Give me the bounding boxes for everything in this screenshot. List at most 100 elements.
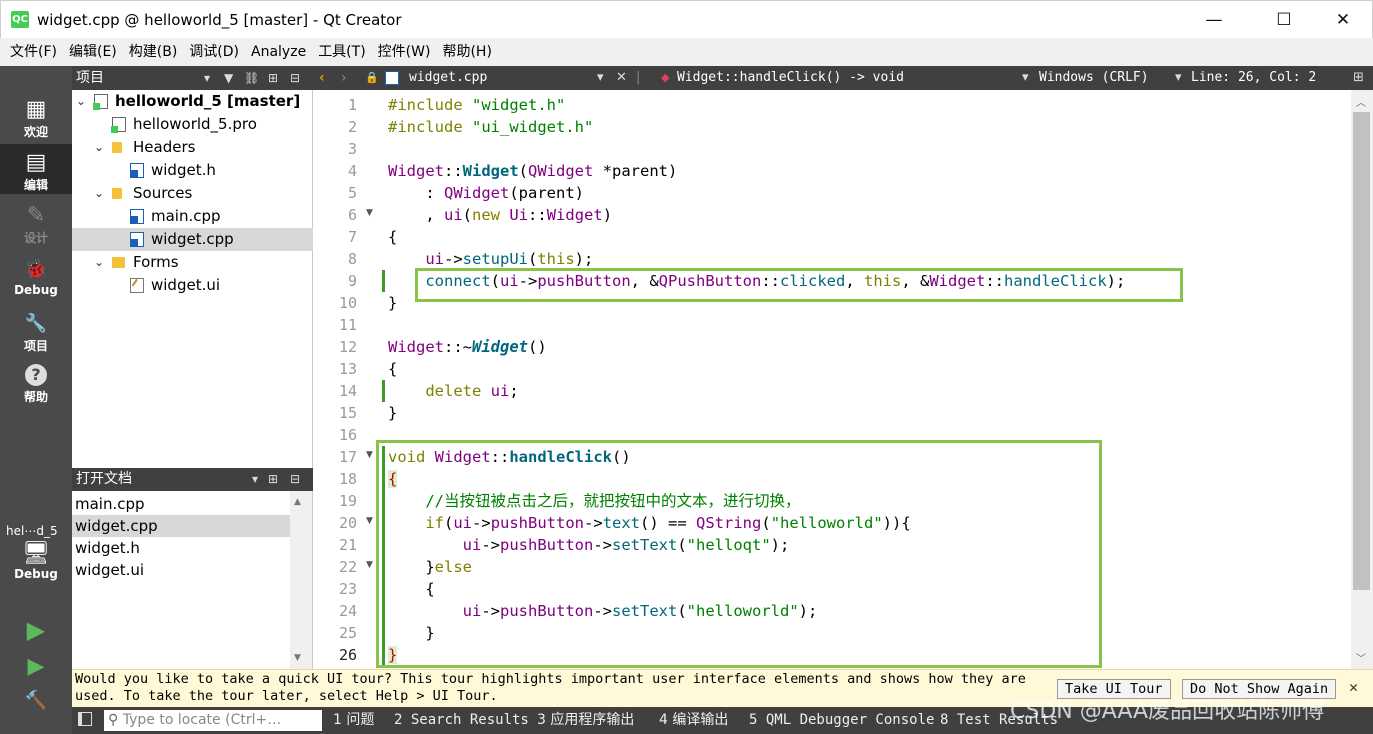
open-documents-scrollbar[interactable]: ▲ ▼	[290, 491, 312, 669]
code-line-1: #include "widget.h"	[388, 94, 565, 116]
tab-search-results[interactable]: 2 Search Results	[394, 707, 529, 734]
chevron-down-icon[interactable]: ⌄	[94, 251, 104, 274]
split-icon[interactable]: ⊞	[1353, 66, 1364, 90]
tab-qml-debugger-console[interactable]: 5 QML Debugger Console	[749, 707, 934, 734]
chevron-up-icon[interactable]: ︿	[1356, 94, 1366, 109]
mode-edit[interactable]: ▤ 编辑	[0, 144, 72, 194]
scrollbar-thumb[interactable]	[1353, 112, 1370, 590]
code-text: QWidget	[444, 184, 510, 202]
line-number: 15	[338, 404, 357, 422]
scroll-down-icon[interactable]: ▼	[294, 653, 301, 663]
toggle-sidebar-icon[interactable]	[78, 712, 92, 726]
folder-icon	[112, 142, 122, 153]
chevron-down-icon[interactable]: ⌄	[94, 182, 104, 205]
debug-run-icon: ▶	[27, 654, 45, 679]
tab-application-output[interactable]: 3 应用程序输出	[537, 707, 634, 734]
mode-projects[interactable]: 🔧 项目	[0, 312, 72, 354]
close-icon[interactable]: ✕	[1349, 678, 1358, 696]
fold-marker-icon[interactable]: ▼	[366, 208, 373, 218]
tree-item-label: widget.ui	[151, 276, 221, 294]
split-icon[interactable]: ⊞	[268, 66, 278, 90]
line-ending-dropdown-icon[interactable]: ▾	[1175, 66, 1182, 90]
code-text: Widget	[388, 338, 444, 356]
editor-file-name[interactable]: widget.cpp	[409, 66, 487, 90]
back-arrow-icon[interactable]: ‹	[319, 66, 325, 90]
tree-item-project[interactable]: ⌄ helloworld_5 [master]	[72, 90, 313, 113]
tree-item-headers[interactable]: ⌄ Headers	[72, 136, 313, 159]
cursor-position[interactable]: Line: 26, Col: 2	[1191, 66, 1316, 90]
close-panel-icon[interactable]: ⊟	[290, 468, 300, 491]
fold-marker-icon[interactable]: ▼	[366, 450, 373, 460]
tree-item-pro-file[interactable]: helloworld_5.pro	[72, 113, 313, 136]
build-button[interactable]: 🔨	[0, 690, 72, 711]
open-doc-item[interactable]: widget.h	[72, 537, 291, 559]
menu-edit[interactable]: 编辑(E)	[63, 38, 123, 66]
menu-debug[interactable]: 调试(D)	[183, 38, 245, 66]
line-number: 6	[347, 206, 357, 224]
grid-icon: ▦	[25, 97, 47, 122]
menu-file[interactable]: 文件(F)	[4, 38, 63, 66]
menu-widgets[interactable]: 控件(W)	[372, 38, 437, 66]
kit-selector[interactable]: hel⋯d_5 🖥 Debug	[0, 524, 72, 581]
file-dropdown-icon[interactable]: ▾	[597, 66, 604, 90]
mode-debug[interactable]: 🐞 Debug	[0, 258, 72, 297]
view-dropdown-icon[interactable]: ▾	[252, 468, 258, 491]
mode-welcome[interactable]: ▦ 欢迎	[0, 98, 72, 140]
scroll-up-icon[interactable]: ▲	[294, 497, 301, 507]
line-number: 3	[347, 140, 357, 158]
mode-help[interactable]: ? 帮助	[0, 364, 72, 405]
editor-scrollbar[interactable]: ︿ ﹀	[1351, 90, 1373, 669]
line-number: 26	[338, 646, 357, 664]
line-ending-selector[interactable]: Windows (CRLF)	[1039, 66, 1149, 90]
open-doc-item[interactable]: widget.ui	[72, 559, 291, 581]
fold-marker-icon[interactable]: ▼	[366, 516, 373, 526]
code-line-8: ui->setupUi(this);	[425, 250, 594, 268]
fold-marker-icon[interactable]: ▼	[366, 560, 373, 570]
menu-build[interactable]: 构建(B)	[123, 38, 184, 66]
close-editor-icon[interactable]: ✕	[616, 66, 627, 90]
minimize-button[interactable]: —	[1191, 1, 1237, 39]
qt-creator-app-icon: QC	[11, 11, 29, 28]
menu-help[interactable]: 帮助(H)	[436, 38, 497, 66]
menu-tools[interactable]: 工具(T)	[312, 38, 371, 66]
forward-arrow-icon[interactable]: ›	[341, 66, 347, 90]
header-file-icon	[130, 163, 144, 178]
line-number: 18	[338, 470, 357, 488]
close-panel-icon[interactable]: ⊟	[290, 66, 300, 90]
tree-item-sources[interactable]: ⌄ Sources	[72, 182, 313, 205]
line-number: 5	[347, 184, 357, 202]
split-icon[interactable]: ⊞	[268, 468, 278, 491]
locator-input[interactable]: ⚲ Type to locate (Ctrl+…	[104, 710, 322, 731]
tab-compile-output[interactable]: 4 编译输出	[659, 707, 728, 734]
symbol-selector[interactable]: Widget::handleClick() -> void	[677, 66, 904, 90]
line-number: 4	[347, 162, 357, 180]
tree-item-widget-h[interactable]: widget.h	[72, 159, 313, 182]
menu-analyze[interactable]: Analyze	[245, 38, 312, 66]
cpp-file-icon	[385, 71, 399, 85]
open-doc-item[interactable]: widget.cpp	[72, 515, 291, 537]
chevron-down-icon[interactable]: ⌄	[94, 136, 104, 159]
view-dropdown-icon[interactable]: ▾	[204, 66, 210, 90]
project-panel-title: 项目	[76, 70, 104, 86]
chevron-down-icon[interactable]: ﹀	[1356, 650, 1366, 665]
tree-item-widget-ui[interactable]: widget.ui	[72, 274, 313, 297]
project-icon	[93, 94, 108, 110]
maximize-button[interactable]: ☐	[1261, 1, 1307, 39]
line-number: 21	[338, 536, 357, 554]
tab-issues[interactable]: 1 问题	[333, 707, 374, 734]
chevron-down-icon[interactable]: ⌄	[76, 90, 86, 113]
link-icon[interactable]: ⛓	[244, 66, 259, 90]
symbol-dropdown-icon[interactable]: ▾	[1022, 66, 1029, 90]
tree-item-label: helloworld_5.pro	[133, 115, 257, 133]
debug-run-button[interactable]: ▶	[0, 654, 72, 679]
title-bar: QC widget.cpp @ helloworld_5 [master] - …	[0, 0, 1373, 38]
tree-item-forms[interactable]: ⌄ Forms	[72, 251, 313, 274]
code-text: this	[537, 250, 575, 268]
open-doc-item[interactable]: main.cpp	[72, 493, 291, 515]
filter-icon[interactable]: ▼	[224, 66, 233, 90]
tree-item-widget-cpp[interactable]: widget.cpp	[72, 228, 313, 251]
tree-item-main-cpp[interactable]: main.cpp	[72, 205, 313, 228]
mode-design[interactable]: ✎ 设计	[0, 204, 72, 246]
close-button[interactable]: ✕	[1320, 1, 1366, 39]
run-button[interactable]: ▶	[0, 616, 72, 644]
